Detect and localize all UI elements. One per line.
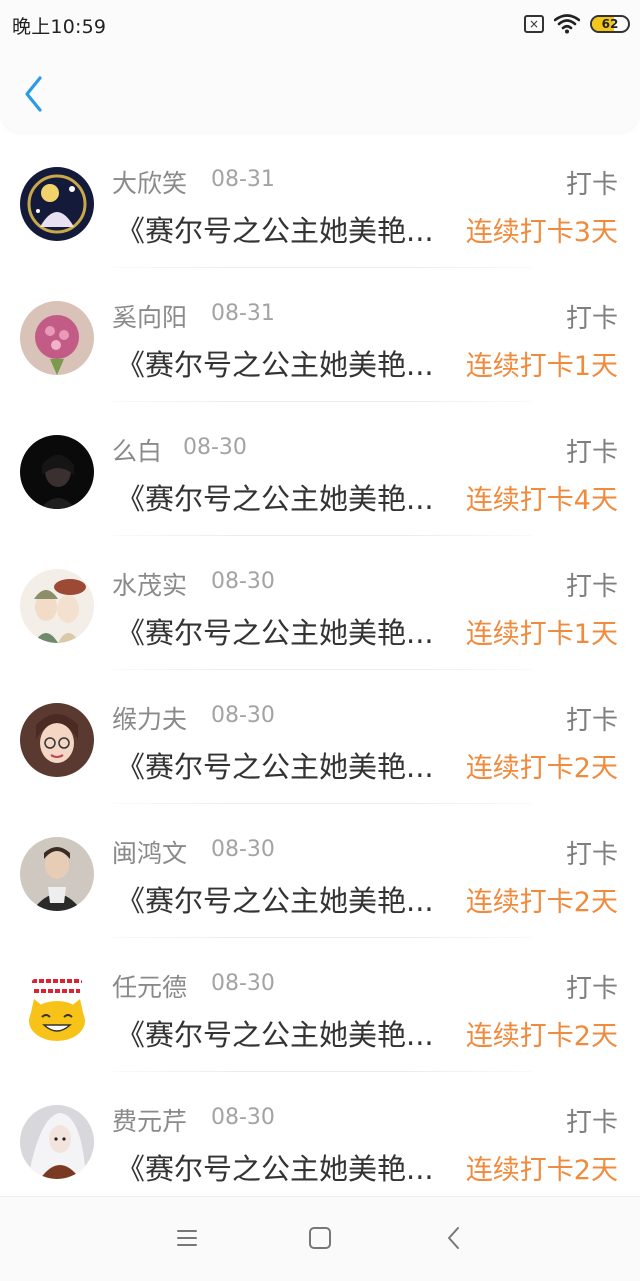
streak-count: 连续打卡1天 bbox=[465, 351, 618, 382]
list-item[interactable]: 任元德 08-30 打卡 《赛尔号之公主她美艳... 连续打卡2天 bbox=[0, 938, 640, 1072]
checkin-date: 08-31 bbox=[211, 301, 275, 326]
avatar-image bbox=[20, 167, 94, 241]
username[interactable]: 费元芹 bbox=[112, 1102, 187, 1138]
book-title[interactable]: 《赛尔号之公主她美艳... bbox=[116, 878, 434, 920]
avatar[interactable] bbox=[20, 167, 94, 241]
username[interactable]: 水茂实 bbox=[112, 566, 187, 602]
streak-count: 连续打卡2天 bbox=[465, 887, 618, 918]
username[interactable]: 大欣笑 bbox=[112, 164, 187, 200]
book-title[interactable]: 《赛尔号之公主她美艳... bbox=[116, 744, 434, 786]
avatar[interactable] bbox=[20, 837, 94, 911]
avatar[interactable] bbox=[20, 703, 94, 777]
checkin-date: 08-30 bbox=[211, 703, 275, 728]
book-title[interactable]: 《赛尔号之公主她美艳... bbox=[116, 1146, 434, 1188]
list-item[interactable]: 缑力夫 08-30 打卡 《赛尔号之公主她美艳... 连续打卡2天 bbox=[0, 670, 640, 804]
battery-icon: 62 bbox=[590, 15, 630, 33]
home-icon[interactable] bbox=[307, 1225, 333, 1251]
checkin-date: 08-30 bbox=[211, 837, 275, 862]
streak-count: 连续打卡2天 bbox=[465, 1021, 618, 1052]
back-icon[interactable] bbox=[441, 1225, 467, 1251]
avatar-image bbox=[20, 569, 94, 643]
avatar-image bbox=[20, 435, 94, 509]
checkin-date: 08-30 bbox=[211, 1105, 275, 1130]
username[interactable]: 闽鸿文 bbox=[112, 834, 187, 870]
list-item[interactable]: 水茂实 08-30 打卡 《赛尔号之公主她美艳... 连续打卡1天 bbox=[0, 536, 640, 670]
system-nav-bar bbox=[0, 1196, 640, 1281]
checkin-date: 08-30 bbox=[183, 435, 247, 460]
username[interactable]: 么白 bbox=[112, 432, 162, 468]
streak-count: 连续打卡2天 bbox=[465, 1155, 618, 1186]
checkin-date: 08-30 bbox=[211, 971, 275, 996]
battery-level: 62 bbox=[601, 17, 619, 31]
checkin-label: 打卡 bbox=[565, 170, 618, 200]
chevron-left-icon bbox=[25, 76, 42, 112]
username[interactable]: 缑力夫 bbox=[112, 700, 187, 736]
streak-count: 连续打卡2天 bbox=[465, 753, 618, 784]
header-bar bbox=[0, 48, 640, 132]
sim-off-icon: × bbox=[524, 15, 544, 33]
streak-count: 连续打卡3天 bbox=[465, 217, 618, 248]
checkin-label: 打卡 bbox=[565, 572, 618, 602]
book-title[interactable]: 《赛尔号之公主她美艳... bbox=[116, 610, 434, 652]
checkin-label: 打卡 bbox=[565, 840, 618, 870]
status-time: 晚上10:59 bbox=[12, 16, 107, 38]
wifi-icon bbox=[554, 14, 580, 34]
status-bar: 晚上10:59 × 62 bbox=[0, 0, 640, 48]
checkin-list: 大欣笑 08-31 打卡 《赛尔号之公主她美艳... 连续打卡3天 奚向阳 08… bbox=[0, 134, 640, 1196]
streak-count: 连续打卡1天 bbox=[465, 619, 618, 650]
streak-count: 连续打卡4天 bbox=[465, 485, 618, 516]
username[interactable]: 奚向阳 bbox=[112, 298, 187, 334]
username[interactable]: 任元德 bbox=[112, 968, 187, 1004]
checkin-label: 打卡 bbox=[565, 304, 618, 334]
checkin-label: 打卡 bbox=[565, 438, 618, 468]
book-title[interactable]: 《赛尔号之公主她美艳... bbox=[116, 342, 434, 384]
avatar-image bbox=[20, 703, 94, 777]
avatar-image bbox=[20, 971, 94, 1045]
book-title[interactable]: 《赛尔号之公主她美艳... bbox=[116, 208, 434, 250]
list-item[interactable]: 大欣笑 08-31 打卡 《赛尔号之公主她美艳... 连续打卡3天 bbox=[0, 134, 640, 268]
checkin-label: 打卡 bbox=[565, 1108, 618, 1138]
checkin-label: 打卡 bbox=[565, 974, 618, 1004]
checkin-date: 08-30 bbox=[211, 569, 275, 594]
list-item[interactable]: 闽鸿文 08-30 打卡 《赛尔号之公主她美艳... 连续打卡2天 bbox=[0, 804, 640, 938]
checkin-label: 打卡 bbox=[565, 706, 618, 736]
book-title[interactable]: 《赛尔号之公主她美艳... bbox=[116, 1012, 434, 1054]
list-item[interactable]: 么白 08-30 打卡 《赛尔号之公主她美艳... 连续打卡4天 bbox=[0, 402, 640, 536]
book-title[interactable]: 《赛尔号之公主她美艳... bbox=[116, 476, 434, 518]
avatar[interactable] bbox=[20, 1105, 94, 1179]
avatar[interactable] bbox=[20, 301, 94, 375]
avatar-image bbox=[20, 1105, 94, 1179]
back-button[interactable] bbox=[18, 74, 52, 114]
menu-icon[interactable] bbox=[174, 1225, 200, 1251]
avatar[interactable] bbox=[20, 569, 94, 643]
avatar[interactable] bbox=[20, 971, 94, 1045]
list-item[interactable]: 奚向阳 08-31 打卡 《赛尔号之公主她美艳... 连续打卡1天 bbox=[0, 268, 640, 402]
avatar-image bbox=[20, 301, 94, 375]
list-item[interactable]: 费元芹 08-30 打卡 《赛尔号之公主她美艳... 连续打卡2天 bbox=[0, 1072, 640, 1196]
checkin-date: 08-31 bbox=[211, 167, 275, 192]
avatar-image bbox=[20, 837, 94, 911]
avatar[interactable] bbox=[20, 435, 94, 509]
status-icons: × 62 bbox=[524, 12, 630, 36]
